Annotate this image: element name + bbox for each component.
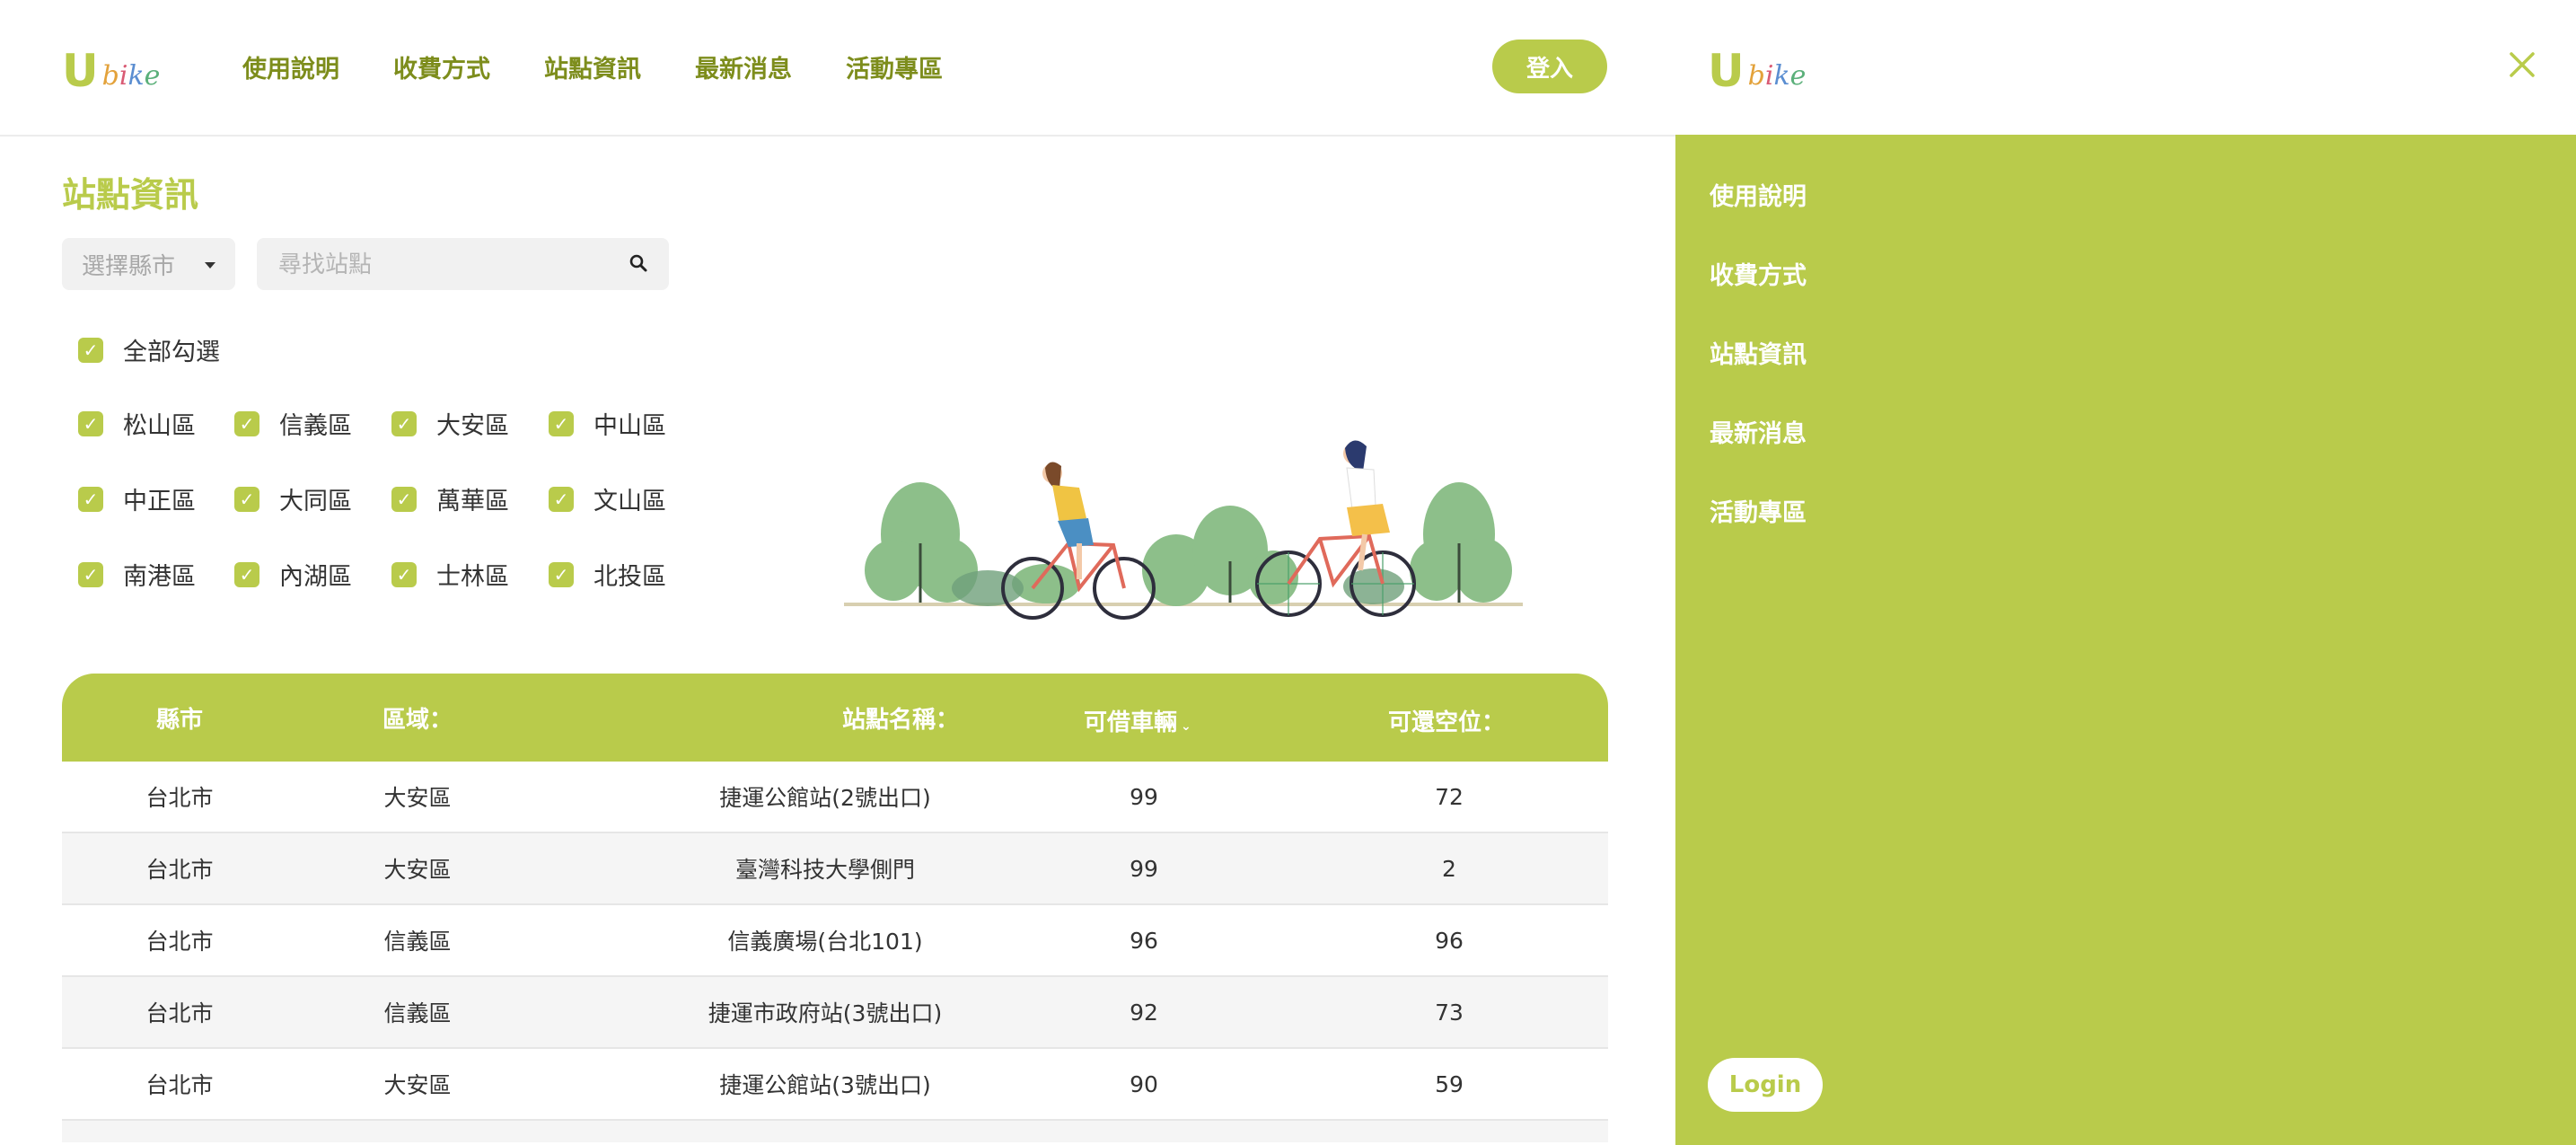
table-row[interactable]: 台北市 信義區 信義廣場(台北101) 96 96 xyxy=(62,905,1608,977)
check-icon: ✓ xyxy=(549,486,574,512)
caret-down-icon xyxy=(205,262,215,269)
nav-stations[interactable]: 站點資訊 xyxy=(544,49,641,84)
district-checkbox[interactable]: ✓ 大同區 xyxy=(234,481,352,516)
table-row[interactable]: 台北市 大安區 捷運公館站(3號出口) 90 59 xyxy=(62,1049,1608,1121)
check-icon: ✓ xyxy=(549,410,574,436)
check-icon: ✓ xyxy=(78,561,103,587)
check-icon: ✓ xyxy=(78,486,103,512)
top-header: U bike 使用說明 收費方式 站點資訊 最新消息 活動專區 登入 xyxy=(0,0,1675,137)
table-header: 縣市 區域： 站點名稱： 可借車輛 ⌄ 可還空位： xyxy=(62,674,1608,762)
drawer-menu: 使用說明 收費方式 站點資訊 最新消息 活動專區 xyxy=(1710,181,1807,577)
district-checkbox[interactable]: ✓ 大安區 xyxy=(391,406,509,441)
table-row[interactable]: 台北市 大安區 捷運公館站(2號出口) 99 72 xyxy=(62,762,1608,833)
nav-events[interactable]: 活動專區 xyxy=(846,49,943,84)
login-button[interactable]: 登入 xyxy=(1492,40,1607,93)
ubike-logo[interactable]: U bike xyxy=(1708,40,1806,93)
drawer-item-usage[interactable]: 使用說明 xyxy=(1710,181,1807,260)
page-title: 站點資訊 xyxy=(62,175,199,215)
table-row[interactable]: 台北市 大安區 臺灣科技大學側門 99 2 xyxy=(62,833,1608,905)
search-input[interactable] xyxy=(277,238,621,292)
check-icon: ✓ xyxy=(78,337,103,363)
drawer-item-news[interactable]: 最新消息 xyxy=(1710,418,1807,498)
check-icon: ✓ xyxy=(234,410,259,436)
drawer-header: U bike xyxy=(1675,0,2576,135)
district-checkbox[interactable]: ✓ 松山區 xyxy=(78,406,196,441)
drawer-login-button[interactable]: Login xyxy=(1708,1058,1823,1112)
check-icon: ✓ xyxy=(391,410,417,436)
check-icon: ✓ xyxy=(391,561,417,587)
column-header-district[interactable]: 區域： xyxy=(297,701,538,735)
nav-usage[interactable]: 使用說明 xyxy=(242,49,339,84)
table-row[interactable]: 台北市 信義區 捷運市政府站(3號出口) 92 73 xyxy=(62,977,1608,1049)
search-icon[interactable] xyxy=(628,252,649,277)
close-icon[interactable] xyxy=(2504,47,2540,83)
check-icon: ✓ xyxy=(549,561,574,587)
check-icon: ✓ xyxy=(234,561,259,587)
check-icon: ✓ xyxy=(78,410,103,436)
column-header-empty-docks[interactable]: 可還空位： xyxy=(1388,704,1505,737)
district-checkbox[interactable]: ✓ 文山區 xyxy=(549,481,666,516)
check-icon: ✓ xyxy=(391,486,417,512)
station-table: 縣市 區域： 站點名稱： 可借車輛 ⌄ 可還空位： 台北市 大安區 捷運公館站(2… xyxy=(62,674,1608,1142)
drawer-item-fees[interactable]: 收費方式 xyxy=(1710,260,1807,339)
city-select[interactable]: 選擇縣市 xyxy=(62,238,235,290)
district-checkbox[interactable]: ✓ 內湖區 xyxy=(234,557,352,592)
table-row-partial xyxy=(62,1121,1608,1142)
ubike-logo[interactable]: U bike xyxy=(62,40,160,93)
check-icon: ✓ xyxy=(234,486,259,512)
nav-news[interactable]: 最新消息 xyxy=(695,49,792,84)
drawer-item-stations[interactable]: 站點資訊 xyxy=(1710,339,1807,418)
side-drawer: 使用說明 收費方式 站點資訊 最新消息 活動專區 Login xyxy=(1675,135,2576,1145)
district-checkbox[interactable]: ✓ 萬華區 xyxy=(391,481,509,516)
nav-fees[interactable]: 收費方式 xyxy=(393,49,490,84)
cyclists-illustration xyxy=(844,440,1523,620)
main-nav: 使用說明 收費方式 站點資訊 最新消息 活動專區 xyxy=(242,49,943,84)
station-search xyxy=(257,238,669,292)
district-checkbox[interactable]: ✓ 中山區 xyxy=(549,406,666,441)
district-checkbox[interactable]: ✓ 中正區 xyxy=(78,481,196,516)
district-checkbox[interactable]: ✓ 南港區 xyxy=(78,557,196,592)
column-header-city[interactable]: 縣市 xyxy=(62,701,297,735)
district-checkbox[interactable]: ✓ 信義區 xyxy=(234,406,352,441)
drawer-item-events[interactable]: 活動專區 xyxy=(1710,498,1807,577)
sort-caret-icon[interactable]: ⌄ xyxy=(1181,719,1191,734)
city-select-value: 選擇縣市 xyxy=(82,252,176,280)
district-checkbox[interactable]: ✓ 北投區 xyxy=(549,557,666,592)
main-page: U bike 使用說明 收費方式 站點資訊 最新消息 活動專區 登入 站點資訊 … xyxy=(0,0,1675,1145)
select-all-checkbox[interactable]: ✓ 全部勾選 xyxy=(78,332,220,367)
district-checkbox[interactable]: ✓ 士林區 xyxy=(391,557,509,592)
